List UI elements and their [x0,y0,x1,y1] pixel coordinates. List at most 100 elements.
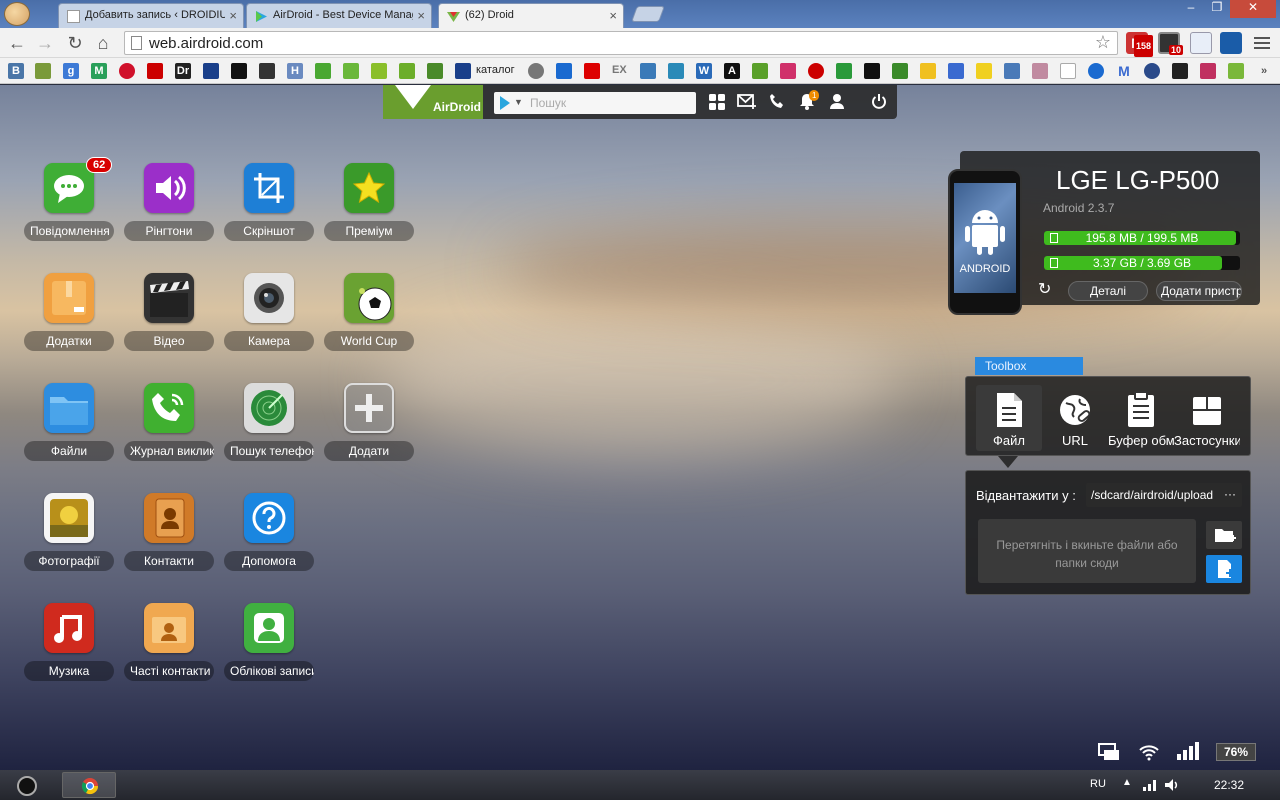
device-details-button[interactable]: Деталі [1068,281,1148,301]
app-frequent-contacts[interactable]: Часті контакти [124,595,214,695]
bookmark-photo-icon[interactable] [1032,63,1048,79]
app-world-cup[interactable]: World Cup [324,265,414,365]
tab-airdroid[interactable]: AirDroid - Best Device Manager × [246,3,432,28]
bookmark-icon[interactable] [147,63,163,79]
bookmark-android-icon[interactable] [427,63,443,79]
bookmark-itc-icon[interactable] [231,63,247,79]
phone-icon[interactable] [767,93,787,113]
bookmark-youtube-icon[interactable] [584,63,600,79]
tool-url[interactable]: URL [1042,385,1108,451]
network-tray-icon[interactable] [1142,779,1158,791]
bookmark-icon[interactable] [836,63,852,79]
bookmark-catalog-label[interactable]: каталог [476,64,515,76]
bookmark-h-icon[interactable]: H [287,63,303,79]
translate-extension-icon[interactable] [1190,32,1212,54]
app-screenshot[interactable]: Скріншот [224,155,314,255]
bookmark-catalog-icon[interactable] [455,63,471,79]
refresh-icon[interactable]: ↻ [1038,279,1051,299]
tool-apk[interactable]: Застосунки [1174,385,1240,451]
app-find-phone[interactable]: Пошук телефону [224,375,314,475]
new-message-icon[interactable] [737,93,757,113]
bookmark-icon[interactable] [640,63,656,79]
search-input[interactable] [530,94,690,112]
bookmark-google-icon[interactable]: g [63,63,79,79]
restore-icon[interactable]: ❐ [1204,0,1230,18]
extension-icon[interactable]: 10 [1158,32,1183,55]
power-icon[interactable] [869,93,889,113]
app-call-log[interactable]: Журнал викликів [124,375,214,475]
bookmark-android-icon[interactable] [371,63,387,79]
forward-arrow-icon[interactable]: → [34,32,56,54]
gmail-extension-icon[interactable]: M158 [1126,32,1153,57]
close-icon[interactable]: × [229,8,237,23]
browse-path-button[interactable]: ··· [1224,487,1236,501]
upload-file-button[interactable] [1206,555,1242,583]
chart-extension-icon[interactable] [1220,32,1242,54]
bookmark-chat-icon[interactable] [315,63,331,79]
close-icon[interactable]: × [417,8,425,23]
toolbox-tab[interactable]: Toolbox [975,357,1083,375]
bookmark-android-icon[interactable] [1228,63,1244,79]
bookmark-m-script-icon[interactable]: M [1116,63,1132,79]
app-camera[interactable]: Камера [224,265,314,365]
apps-grid-icon[interactable] [707,93,727,113]
bookmark-star-icon[interactable] [1172,63,1188,79]
bookmark-icon[interactable] [752,63,768,79]
bookmark-page-icon[interactable] [1060,63,1076,79]
window-close-icon[interactable]: ✕ [1230,0,1276,18]
app-accounts[interactable]: Облікові записи [224,595,314,695]
upload-folder-button[interactable] [1206,521,1242,549]
bookmark-icon[interactable] [948,63,964,79]
tab-droidium[interactable]: Добавить запись ‹ DROIDIUM × [58,3,244,28]
bookmark-arrow-icon[interactable] [556,63,572,79]
user-icon[interactable] [827,93,847,113]
taskbar-clock[interactable]: 22:32 [1214,778,1244,792]
bookmark-icon[interactable] [259,63,275,79]
minimize-icon[interactable]: – [1178,0,1204,18]
profile-avatar-icon[interactable] [4,2,30,26]
app-contacts[interactable]: Контакти [124,485,214,585]
screen-mirror-icon[interactable] [1098,743,1120,761]
bookmark-dr-icon[interactable]: Dr [175,63,191,79]
bookmark-icon[interactable] [35,63,51,79]
app-video[interactable]: Відео [124,265,214,365]
tray-expand-icon[interactable]: ▲ [1122,777,1132,788]
bookmark-icon[interactable] [808,63,824,79]
bookmark-icon[interactable] [1200,63,1216,79]
app-premium[interactable]: Преміум [324,155,414,255]
volume-tray-icon[interactable] [1164,778,1180,792]
bookmark-more-icon[interactable]: » [1256,63,1272,79]
bookmark-icon[interactable] [1144,63,1160,79]
tab-droid-active[interactable]: (62) Droid × [438,3,624,28]
bookmark-icon[interactable] [343,63,359,79]
tool-file[interactable]: Файл [976,385,1042,451]
bookmark-flower-icon[interactable] [119,63,135,79]
bookmark-vk-icon[interactable]: B [8,63,24,79]
app-apps[interactable]: Додатки [24,265,114,365]
bookmark-drive-icon[interactable] [920,63,936,79]
chrome-menu-icon[interactable] [1254,34,1270,52]
file-drop-zone[interactable]: Перетягніть і вкиньте файли або папки сю… [978,519,1196,583]
airdroid-logo[interactable]: AirDroid [383,85,483,119]
close-icon[interactable]: × [609,8,617,23]
app-music[interactable]: Музика [24,595,114,695]
bookmark-icon[interactable] [528,63,544,79]
bookmark-m-icon[interactable]: M [91,63,107,79]
new-tab-button[interactable] [631,6,665,22]
app-photos[interactable]: Фотографії [24,485,114,585]
app-ringtones[interactable]: Рінгтони [124,155,214,255]
google-play-icon[interactable] [500,96,510,110]
taskbar-chrome-button[interactable] [62,772,116,798]
bookmark-android-icon[interactable] [399,63,415,79]
bookmark-icon[interactable] [203,63,219,79]
reload-icon[interactable]: ↻ [64,32,86,54]
bookmark-icon[interactable] [1004,63,1020,79]
upload-path-field[interactable]: /sdcard/airdroid/upload [1086,483,1242,507]
bookmark-cloud-icon[interactable] [1088,63,1104,79]
back-arrow-icon[interactable]: ← [6,32,28,54]
app-help[interactable]: Допомога [224,485,314,585]
address-bar[interactable]: ☆ [124,31,1118,55]
tool-clipboard[interactable]: Буфер обміну [1108,385,1174,451]
app-files[interactable]: Файли [24,375,114,475]
app-add[interactable]: Додати [324,375,414,475]
